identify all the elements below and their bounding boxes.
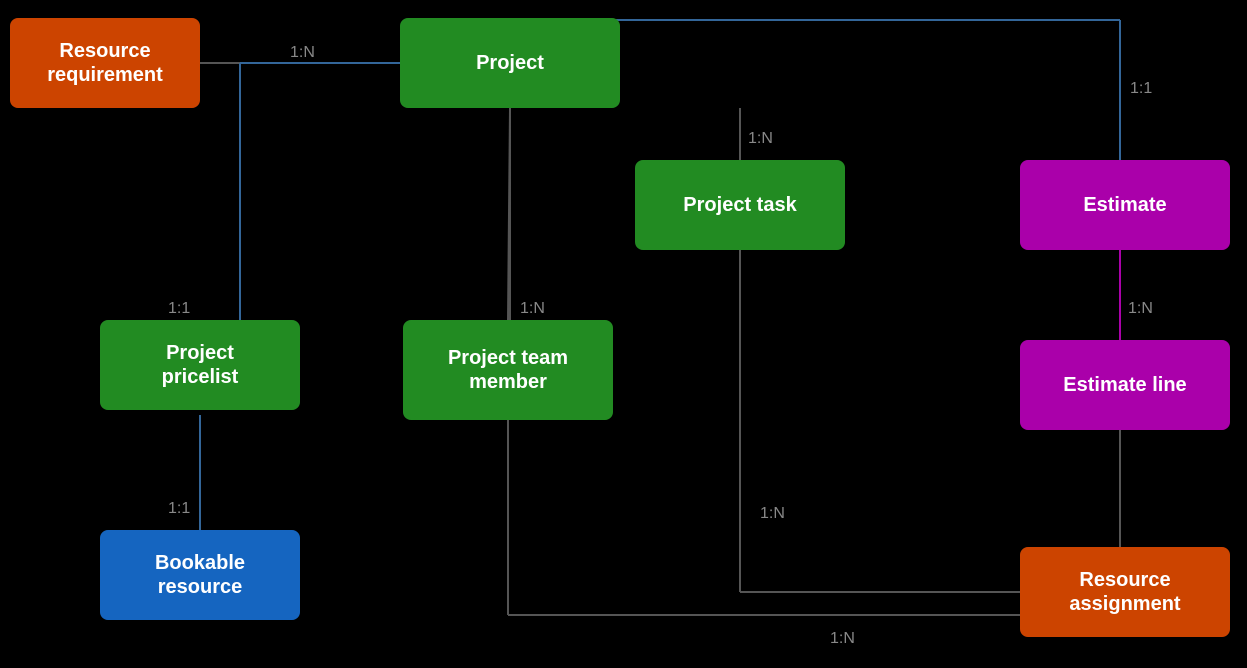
estimate-line-label: Estimate line (1063, 373, 1186, 397)
resource-assignment-label: Resource assignment (1069, 568, 1180, 616)
resource-assignment-node: Resource assignment (1020, 547, 1230, 637)
project-pricelist-node: Project pricelist (100, 320, 300, 410)
rel-req-project: 1:N (290, 44, 315, 62)
diagram-container: 1:N 1:N 1:1 1:1 1:N 1:N 1:1 1:N 1:N Reso… (0, 0, 1247, 668)
rel-estimate-line: 1:N (1128, 300, 1153, 318)
project-task-label: Project task (683, 193, 796, 217)
rel-project-team: 1:N (520, 300, 545, 318)
project-team-member-node: Project team member (403, 320, 613, 420)
rel-project-estimate: 1:1 (1130, 80, 1152, 98)
project-label: Project (476, 51, 544, 75)
rel-team-assignment: 1:N (830, 630, 855, 648)
estimate-line-node: Estimate line (1020, 340, 1230, 430)
resource-requirement-node: Resource requirement (10, 18, 200, 108)
bookable-resource-node: Bookable resource (100, 530, 300, 620)
rel-project-pricelist: 1:1 (168, 300, 190, 318)
project-pricelist-label: Project pricelist (162, 341, 239, 389)
rel-task-assignment: 1:N (760, 505, 785, 523)
estimate-node: Estimate (1020, 160, 1230, 250)
project-team-member-label: Project team member (448, 346, 568, 394)
resource-requirement-label: Resource requirement (47, 39, 163, 87)
rel-pricelist-bookable: 1:1 (168, 500, 190, 518)
estimate-label: Estimate (1083, 193, 1166, 217)
project-task-node: Project task (635, 160, 845, 250)
rel-project-task: 1:N (748, 130, 773, 148)
bookable-resource-label: Bookable resource (155, 551, 245, 599)
project-node: Project (400, 18, 620, 108)
